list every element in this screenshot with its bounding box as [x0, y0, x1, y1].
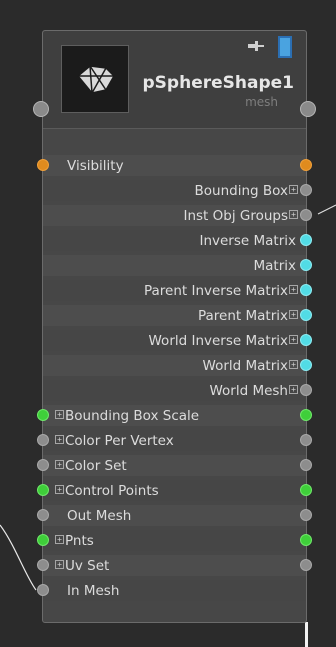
attribute-label: Control Points — [65, 483, 159, 499]
attribute-row[interactable]: + Color Set — [37, 455, 312, 476]
output-port[interactable] — [300, 409, 312, 421]
attribute-row[interactable]: + World Mesh — [43, 380, 312, 401]
expand-icon[interactable]: + — [55, 560, 64, 569]
attribute-row[interactable]: Out Mesh — [37, 505, 312, 526]
attribute-row[interactable]: + Control Points — [37, 480, 312, 501]
input-port[interactable] — [37, 584, 49, 596]
attribute-row[interactable]: + Uv Set — [37, 555, 312, 576]
output-port[interactable] — [300, 509, 312, 521]
attribute-label: Parent Inverse Matrix — [143, 283, 288, 299]
attribute-label: World Mesh — [209, 383, 288, 399]
node-type-label: mesh — [245, 95, 278, 109]
input-port[interactable] — [37, 509, 49, 521]
output-port[interactable] — [300, 434, 312, 446]
output-port[interactable] — [300, 334, 312, 346]
output-port[interactable] — [300, 359, 312, 371]
expand-icon[interactable]: + — [289, 335, 298, 344]
attribute-label: Visibility — [67, 158, 124, 174]
expand-icon[interactable]: + — [55, 535, 64, 544]
expand-icon[interactable]: + — [289, 285, 298, 294]
attribute-row[interactable]: + Bounding Box Scale — [37, 405, 312, 426]
expand-icon[interactable]: + — [289, 360, 298, 369]
mesh-sphere-icon — [76, 65, 115, 94]
expand-icon[interactable]: + — [289, 185, 298, 194]
attribute-label: Color Set — [65, 458, 127, 474]
output-port[interactable] — [300, 459, 312, 471]
output-port[interactable] — [300, 484, 312, 496]
attribute-label: Color Per Vertex — [65, 433, 174, 449]
attribute-label: Uv Set — [65, 558, 110, 574]
output-port[interactable] — [300, 259, 312, 271]
expand-icon[interactable]: + — [289, 210, 298, 219]
input-port[interactable] — [37, 159, 49, 171]
attribute-row[interactable]: + Pnts — [37, 530, 312, 551]
output-port[interactable] — [300, 384, 312, 396]
attribute-label: In Mesh — [67, 583, 120, 599]
output-port[interactable] — [300, 309, 312, 321]
node-title: pSphereShape1 — [142, 73, 294, 93]
attribute-label: Out Mesh — [67, 508, 132, 524]
expand-icon[interactable]: + — [55, 485, 64, 494]
attribute-row[interactable]: + Inst Obj Groups — [43, 205, 312, 226]
output-port[interactable] — [300, 184, 312, 196]
attribute-row[interactable]: + Parent Inverse Matrix — [43, 280, 312, 301]
input-port[interactable] — [37, 559, 49, 571]
attribute-label: Pnts — [65, 533, 94, 549]
attribute-label: Bounding Box — [194, 183, 288, 199]
expand-icon[interactable]: + — [55, 410, 64, 419]
attribute-row[interactable]: + World Matrix — [43, 355, 312, 376]
attribute-label: Parent Matrix — [197, 308, 288, 324]
input-port[interactable] — [37, 484, 49, 496]
node-thumbnail — [61, 45, 129, 113]
attribute-label: Bounding Box Scale — [65, 408, 200, 424]
attribute-row[interactable]: + World Inverse Matrix — [43, 330, 312, 351]
input-port[interactable] — [37, 459, 49, 471]
output-port[interactable] — [300, 209, 312, 221]
expand-icon[interactable]: + — [289, 310, 298, 319]
node-input-port[interactable] — [33, 101, 49, 117]
attribute-row[interactable]: Matrix — [43, 255, 312, 276]
input-port[interactable] — [37, 434, 49, 446]
expand-icon[interactable]: + — [289, 385, 298, 394]
node-editor-node[interactable]: pSphereShape1 mesh Visibility + Bounding B… — [33, 30, 316, 623]
attribute-row[interactable]: + Bounding Box — [43, 180, 312, 201]
attribute-row[interactable]: + Parent Matrix — [43, 305, 312, 326]
expand-icon[interactable]: + — [55, 460, 64, 469]
attribute-row[interactable]: + Color Per Vertex — [37, 430, 312, 451]
output-port[interactable] — [300, 559, 312, 571]
output-port[interactable] — [300, 534, 312, 546]
output-port[interactable] — [300, 159, 312, 171]
input-port[interactable] — [37, 534, 49, 546]
attribute-row[interactable]: In Mesh — [37, 580, 306, 601]
attribute-label: Matrix — [253, 258, 296, 274]
input-port[interactable] — [37, 409, 49, 421]
attribute-row[interactable]: Visibility — [37, 155, 312, 176]
expand-icon[interactable]: + — [55, 435, 64, 444]
attribute-row[interactable]: Inverse Matrix — [43, 230, 312, 251]
node-output-port[interactable] — [300, 101, 316, 117]
attribute-label: World Matrix — [202, 358, 288, 374]
shape-icon[interactable] — [278, 36, 292, 58]
output-port[interactable] — [300, 284, 312, 296]
attribute-label: Inst Obj Groups — [183, 208, 288, 224]
pin-icon[interactable] — [248, 41, 264, 51]
node-header[interactable]: pSphereShape1 mesh — [43, 31, 306, 129]
output-port[interactable] — [300, 234, 312, 246]
attribute-label: Inverse Matrix — [199, 233, 296, 249]
attribute-label: World Inverse Matrix — [148, 333, 289, 349]
